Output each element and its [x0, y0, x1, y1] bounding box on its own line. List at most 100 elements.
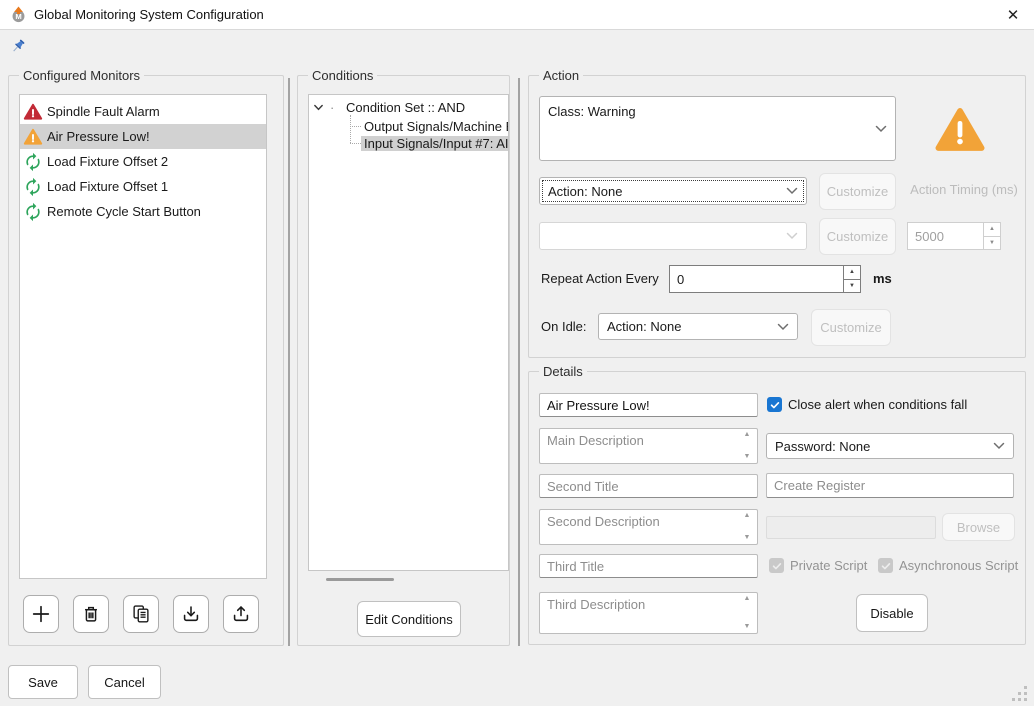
monitor-item-remote-cycle-start[interactable]: Remote Cycle Start Button	[20, 199, 266, 224]
create-register-input[interactable]	[766, 473, 1014, 498]
ms-unit-label: ms	[873, 265, 892, 293]
textarea-scroll-arrows[interactable]: ▲▼	[741, 595, 753, 631]
edit-conditions-label: Edit Conditions	[365, 612, 452, 627]
delete-monitor-button[interactable]	[73, 595, 109, 633]
resize-grip[interactable]	[1012, 686, 1028, 702]
edit-conditions-button[interactable]: Edit Conditions	[357, 601, 461, 637]
browse-label: Browse	[957, 520, 1000, 535]
idle-action-combobox[interactable]: Action: None	[598, 313, 798, 340]
monitor-item-load-fixture-2[interactable]: Load Fixture Offset 2	[20, 149, 266, 174]
chevron-down-icon[interactable]	[313, 102, 324, 113]
disable-label: Disable	[870, 606, 913, 621]
password-combobox-value: Password: None	[775, 439, 870, 454]
customize-idle-button[interactable]: Customize	[811, 309, 891, 346]
tree-connector	[350, 143, 361, 144]
tree-node-input-signals[interactable]: Input Signals/Input #7: AIR I	[361, 135, 508, 152]
tree-node-label: Condition Set :: AND	[346, 100, 465, 115]
monitor-item-spindle-fault[interactable]: Spindle Fault Alarm	[20, 99, 266, 124]
configured-monitors-label: Configured Monitors	[19, 68, 144, 83]
checkbox-disabled-icon	[878, 558, 893, 573]
action-combobox[interactable]: Action: None	[539, 177, 807, 205]
main-description-textarea[interactable]: Main Description ▲▼	[539, 428, 758, 464]
title-bar: M Global Monitoring System Configuration…	[0, 0, 1034, 30]
spin-down-button[interactable]: ▼	[844, 280, 860, 293]
tree-horizontal-scrollbar[interactable]	[326, 578, 394, 581]
action-label: Action	[539, 68, 583, 83]
customize-label: Customize	[820, 320, 881, 335]
chevron-down-icon	[875, 125, 887, 133]
monitor-item-label: Load Fixture Offset 1	[47, 179, 168, 194]
pin-icon[interactable]	[10, 38, 27, 57]
conditions-label: Conditions	[308, 68, 377, 83]
spin-up-button[interactable]: ▲	[984, 223, 1000, 237]
app-icon: M	[10, 6, 27, 23]
close-button[interactable]: ✕	[998, 2, 1028, 28]
duplicate-monitor-button[interactable]	[123, 595, 159, 633]
scroll-up-icon: ▲	[744, 431, 751, 439]
splitter-left[interactable]	[288, 78, 290, 646]
textarea-scroll-arrows[interactable]: ▲▼	[741, 512, 753, 542]
secondary-action-combobox	[539, 222, 807, 250]
async-script-checkbox-row: Asynchronous Script	[878, 558, 1018, 573]
repeat-interval-spinbox[interactable]: 0 ▲▼	[669, 265, 861, 293]
warning-triangle-large-icon	[934, 105, 986, 153]
class-combobox[interactable]: Class: Warning	[539, 96, 896, 161]
action-timing-value: 5000	[908, 223, 983, 249]
window-title: Global Monitoring System Configuration	[34, 7, 264, 22]
checkbox-disabled-icon	[769, 558, 784, 573]
scroll-down-icon: ▼	[744, 623, 751, 631]
password-combobox[interactable]: Password: None	[766, 433, 1014, 459]
monitor-item-load-fixture-1[interactable]: Load Fixture Offset 1	[20, 174, 266, 199]
close-alert-label: Close alert when conditions fall	[788, 397, 967, 412]
monitor-item-label: Remote Cycle Start Button	[47, 204, 201, 219]
close-alert-checkbox-row[interactable]: Close alert when conditions fall	[767, 397, 967, 412]
spin-up-button[interactable]: ▲	[844, 266, 860, 280]
tree-connector	[350, 115, 351, 143]
second-title-input[interactable]	[539, 474, 758, 498]
main-description-placeholder: Main Description	[547, 433, 644, 448]
warning-triangle-icon	[23, 127, 43, 147]
tree-node-condition-set[interactable]: · Condition Set :: AND	[313, 99, 508, 116]
save-button[interactable]: Save	[8, 665, 78, 699]
third-description-textarea[interactable]: Third Description ▲▼	[539, 592, 758, 634]
alert-title-input[interactable]	[539, 393, 758, 417]
refresh-icon	[23, 177, 43, 197]
customize-timing-button[interactable]: Customize	[819, 218, 896, 255]
second-description-placeholder: Second Description	[547, 514, 660, 529]
cancel-button[interactable]: Cancel	[88, 665, 161, 699]
idle-combobox-value: Action: None	[607, 319, 681, 334]
checkbox-checked-icon[interactable]	[767, 397, 782, 412]
tree-node-output-signals[interactable]: Output Signals/Machine Ena	[364, 118, 508, 135]
copy-icon	[130, 603, 152, 625]
customize-action-button[interactable]: Customize	[819, 173, 896, 210]
splitter-right[interactable]	[518, 78, 520, 646]
private-script-checkbox-row: Private Script	[769, 558, 867, 573]
textarea-scroll-arrows[interactable]: ▲▼	[741, 431, 753, 461]
disable-button[interactable]: Disable	[856, 594, 928, 632]
configured-monitors-group: Configured Monitors Spindle Fault Alarm …	[8, 75, 284, 646]
monitor-item-label: Spindle Fault Alarm	[47, 104, 160, 119]
second-description-textarea[interactable]: Second Description ▲▼	[539, 509, 758, 545]
browse-button[interactable]: Browse	[942, 513, 1015, 541]
add-monitor-button[interactable]	[23, 595, 59, 633]
on-idle-label: On Idle:	[541, 313, 587, 340]
import-icon	[180, 603, 202, 625]
import-monitor-button[interactable]	[173, 595, 209, 633]
customize-label: Customize	[827, 184, 888, 199]
save-label: Save	[28, 675, 58, 690]
scroll-down-icon: ▼	[744, 453, 751, 461]
async-script-label: Asynchronous Script	[899, 558, 1018, 573]
action-timing-label: Action Timing (ms)	[901, 182, 1027, 197]
tree-node-label: Output Signals/Machine Ena	[364, 119, 509, 134]
third-title-input[interactable]	[539, 554, 758, 578]
cancel-label: Cancel	[104, 675, 144, 690]
spin-down-button[interactable]: ▼	[984, 237, 1000, 250]
repeat-interval-value: 0	[670, 266, 843, 292]
chevron-down-icon	[786, 187, 798, 195]
action-timing-spinbox: 5000 ▲▼	[907, 222, 1001, 250]
alarm-triangle-icon	[23, 102, 43, 122]
class-combobox-value: Class: Warning	[548, 104, 636, 119]
monitor-item-air-pressure[interactable]: Air Pressure Low!	[20, 124, 266, 149]
export-monitor-button[interactable]	[223, 595, 259, 633]
monitor-item-label: Load Fixture Offset 2	[47, 154, 168, 169]
